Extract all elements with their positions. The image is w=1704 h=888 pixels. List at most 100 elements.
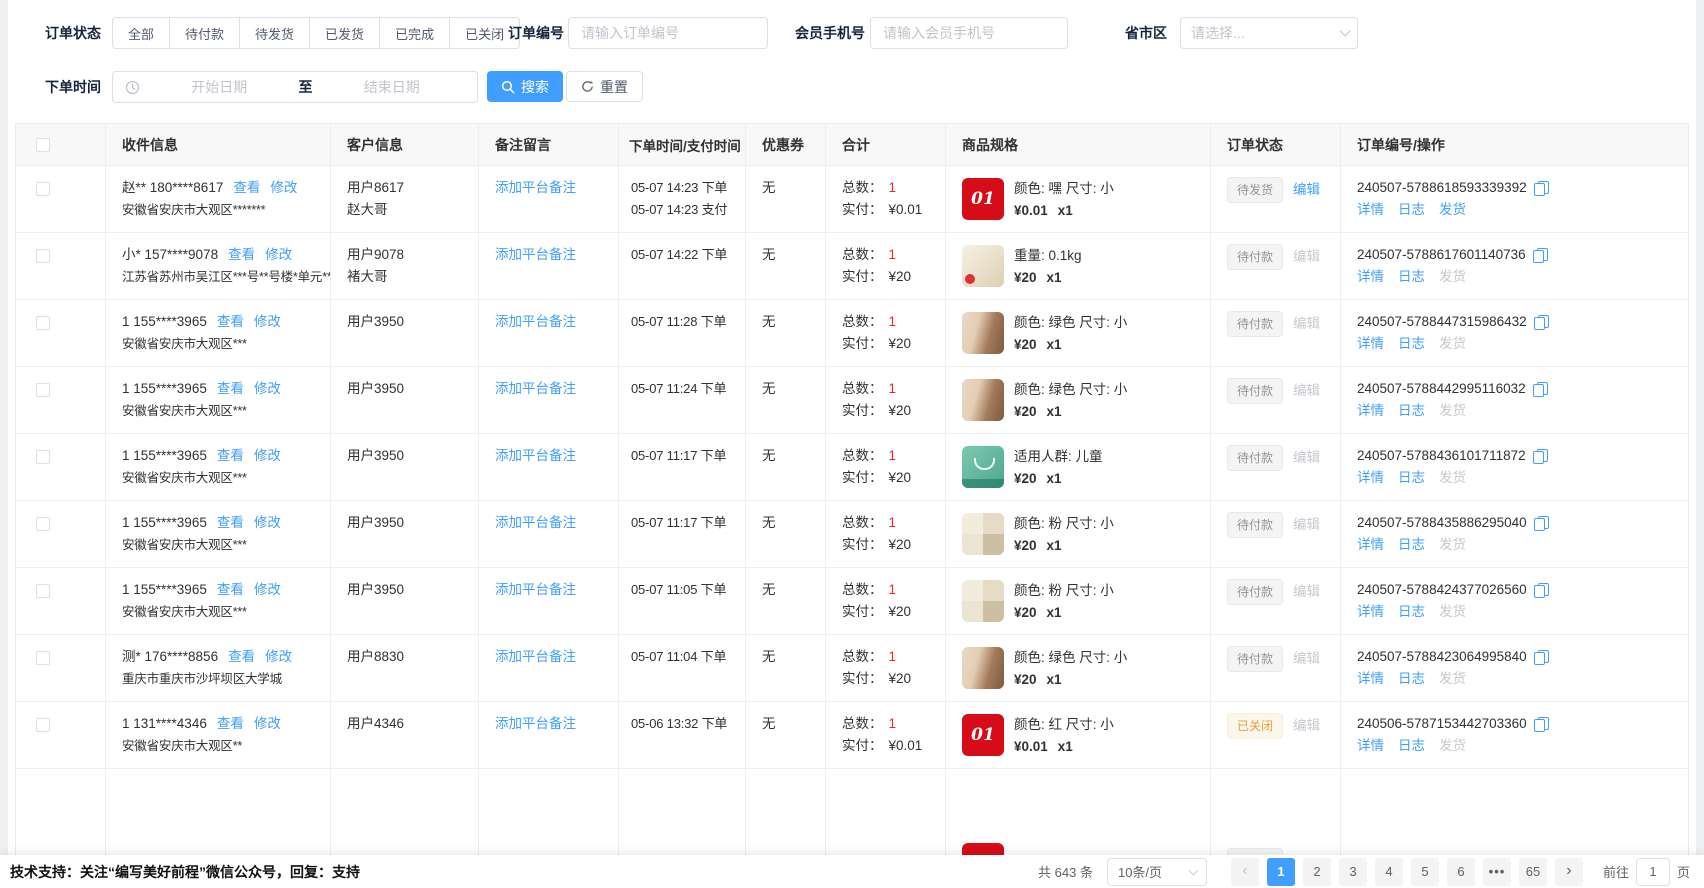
ship-link[interactable]: 发货 (1439, 467, 1466, 489)
copy-icon[interactable] (1534, 181, 1549, 196)
view-link[interactable]: 查看 (233, 180, 260, 195)
ship-link[interactable]: 发货 (1439, 601, 1466, 623)
end-date-input[interactable]: 结束日期 (319, 77, 466, 97)
row-checkbox[interactable] (36, 383, 50, 397)
goto-page-input[interactable] (1636, 858, 1670, 886)
log-link[interactable]: 日志 (1398, 266, 1425, 288)
add-remark-link[interactable]: 添加平台备注 (495, 448, 576, 463)
page-button-2[interactable]: 2 (1303, 858, 1331, 886)
detail-link[interactable]: 详情 (1357, 534, 1384, 556)
next-page-button[interactable]: › (1555, 858, 1583, 886)
log-link[interactable]: 日志 (1398, 467, 1425, 489)
edit-link[interactable]: 编辑 (1293, 651, 1320, 666)
modify-link[interactable]: 修改 (254, 716, 281, 731)
copy-icon[interactable] (1534, 717, 1549, 732)
search-button[interactable]: 搜索 (487, 71, 563, 102)
page-size-select[interactable]: 10条/页 (1107, 858, 1207, 886)
ship-link[interactable]: 发货 (1439, 668, 1466, 690)
page-button-1[interactable]: 1 (1267, 858, 1295, 886)
detail-link[interactable]: 详情 (1357, 467, 1384, 489)
copy-icon[interactable] (1533, 248, 1548, 263)
ship-link[interactable]: 发货 (1439, 333, 1466, 355)
row-checkbox[interactable] (36, 450, 50, 464)
view-link[interactable]: 查看 (217, 448, 244, 463)
edit-link[interactable]: 编辑 (1293, 383, 1320, 398)
order-no-input[interactable] (568, 17, 768, 49)
modify-link[interactable]: 修改 (270, 180, 297, 195)
date-range-picker[interactable]: 开始日期 至 结束日期 (112, 71, 478, 103)
view-link[interactable]: 查看 (217, 515, 244, 530)
status-filter-completed[interactable]: 已完成 (380, 17, 450, 49)
start-date-input[interactable]: 开始日期 (146, 77, 293, 97)
row-checkbox[interactable] (36, 182, 50, 196)
status-filter-shipped[interactable]: 已发货 (310, 17, 380, 49)
view-link[interactable]: 查看 (217, 582, 244, 597)
copy-icon[interactable] (1534, 583, 1549, 598)
detail-link[interactable]: 详情 (1357, 333, 1384, 355)
modify-link[interactable]: 修改 (254, 381, 281, 396)
status-filter-all[interactable]: 全部 (112, 17, 170, 49)
modify-link[interactable]: 修改 (254, 314, 281, 329)
view-link[interactable]: 查看 (217, 314, 244, 329)
log-link[interactable]: 日志 (1398, 333, 1425, 355)
copy-icon[interactable] (1533, 449, 1548, 464)
log-link[interactable]: 日志 (1398, 534, 1425, 556)
detail-link[interactable]: 详情 (1357, 266, 1384, 288)
edit-link[interactable]: 编辑 (1293, 718, 1320, 733)
ship-link[interactable]: 发货 (1439, 400, 1466, 422)
status-filter-pending-payment[interactable]: 待付款 (170, 17, 240, 49)
modify-link[interactable]: 修改 (254, 448, 281, 463)
row-checkbox[interactable] (36, 718, 50, 732)
add-remark-link[interactable]: 添加平台备注 (495, 649, 576, 664)
add-remark-link[interactable]: 添加平台备注 (495, 314, 576, 329)
detail-link[interactable]: 详情 (1357, 735, 1384, 757)
log-link[interactable]: 日志 (1398, 199, 1425, 221)
add-remark-link[interactable]: 添加平台备注 (495, 247, 576, 262)
copy-icon[interactable] (1534, 516, 1549, 531)
prev-page-button[interactable]: ‹ (1231, 858, 1259, 886)
add-remark-link[interactable]: 添加平台备注 (495, 716, 576, 731)
modify-link[interactable]: 修改 (265, 247, 292, 262)
edit-link[interactable]: 编辑 (1293, 316, 1320, 331)
view-link[interactable]: 查看 (217, 381, 244, 396)
row-checkbox[interactable] (36, 517, 50, 531)
select-all-checkbox[interactable] (36, 138, 50, 152)
view-link[interactable]: 查看 (228, 649, 255, 664)
page-button-6[interactable]: 6 (1447, 858, 1475, 886)
region-select[interactable]: 请选择... (1180, 17, 1358, 49)
detail-link[interactable]: 详情 (1357, 199, 1384, 221)
modify-link[interactable]: 修改 (265, 649, 292, 664)
add-remark-link[interactable]: 添加平台备注 (495, 582, 576, 597)
row-checkbox[interactable] (36, 651, 50, 665)
view-link[interactable]: 查看 (217, 716, 244, 731)
log-link[interactable]: 日志 (1398, 735, 1425, 757)
detail-link[interactable]: 详情 (1357, 668, 1384, 690)
modify-link[interactable]: 修改 (254, 582, 281, 597)
edit-link[interactable]: 编辑 (1293, 249, 1320, 264)
log-link[interactable]: 日志 (1398, 400, 1425, 422)
add-remark-link[interactable]: 添加平台备注 (495, 515, 576, 530)
ship-link[interactable]: 发货 (1439, 534, 1466, 556)
copy-icon[interactable] (1534, 315, 1549, 330)
edit-link[interactable]: 编辑 (1293, 450, 1320, 465)
modify-link[interactable]: 修改 (254, 515, 281, 530)
ship-link[interactable]: 发货 (1439, 735, 1466, 757)
edit-link[interactable]: 编辑 (1293, 584, 1320, 599)
edit-link[interactable]: 编辑 (1293, 517, 1320, 532)
copy-icon[interactable] (1534, 650, 1549, 665)
page-button-3[interactable]: 3 (1339, 858, 1367, 886)
detail-link[interactable]: 详情 (1357, 601, 1384, 623)
ship-link[interactable]: 发货 (1439, 266, 1466, 288)
more-pages-button[interactable]: ••• (1483, 858, 1511, 886)
row-checkbox[interactable] (36, 584, 50, 598)
status-filter-pending-shipment[interactable]: 待发货 (240, 17, 310, 49)
detail-link[interactable]: 详情 (1357, 400, 1384, 422)
page-button-5[interactable]: 5 (1411, 858, 1439, 886)
add-remark-link[interactable]: 添加平台备注 (495, 381, 576, 396)
log-link[interactable]: 日志 (1398, 601, 1425, 623)
member-phone-input[interactable] (870, 17, 1068, 49)
page-button-4[interactable]: 4 (1375, 858, 1403, 886)
ship-link[interactable]: 发货 (1439, 199, 1466, 221)
view-link[interactable]: 查看 (228, 247, 255, 262)
log-link[interactable]: 日志 (1398, 668, 1425, 690)
